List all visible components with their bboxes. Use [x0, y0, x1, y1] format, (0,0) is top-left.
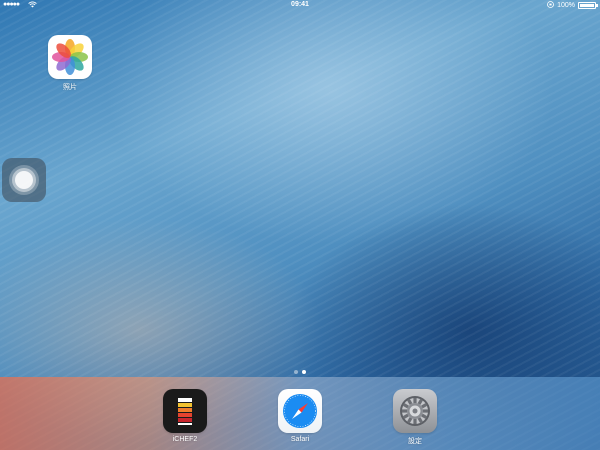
- app-label: 設定: [408, 438, 422, 445]
- ichef-icon[interactable]: [163, 389, 207, 433]
- safari-icon[interactable]: [278, 389, 322, 433]
- app-label: Safari: [290, 436, 310, 443]
- page-dot[interactable]: [294, 370, 298, 374]
- right-status-group: 100%: [547, 1, 598, 10]
- app-label: 照片: [63, 84, 77, 91]
- photos-icon[interactable]: [48, 35, 92, 79]
- battery-fill: [580, 4, 594, 7]
- assistive-touch-ring-inner: [15, 171, 33, 189]
- app-photos[interactable]: 照片: [40, 35, 100, 92]
- app-label: iCHEF2: [172, 436, 198, 443]
- assistive-touch-button[interactable]: [2, 158, 46, 202]
- app-safari[interactable]: Safari: [270, 389, 330, 443]
- app-ichef2[interactable]: iCHEF2: [155, 389, 215, 443]
- orientation-lock-icon: [547, 1, 554, 10]
- home-screen: ●●●●● 09:41 100% 照片 iCHEF2 Safari 設定: [0, 0, 600, 450]
- app-settings[interactable]: 設定: [385, 389, 445, 446]
- status-bar: ●●●●● 09:41 100%: [0, 0, 600, 12]
- dock: iCHEF2 Safari 設定: [0, 377, 600, 450]
- battery-percent: 100%: [557, 2, 575, 9]
- page-indicator[interactable]: [0, 370, 600, 374]
- clock: 09:41: [291, 1, 309, 8]
- battery-icon: [578, 2, 598, 9]
- page-dot-active[interactable]: [302, 370, 306, 374]
- settings-icon[interactable]: [393, 389, 437, 433]
